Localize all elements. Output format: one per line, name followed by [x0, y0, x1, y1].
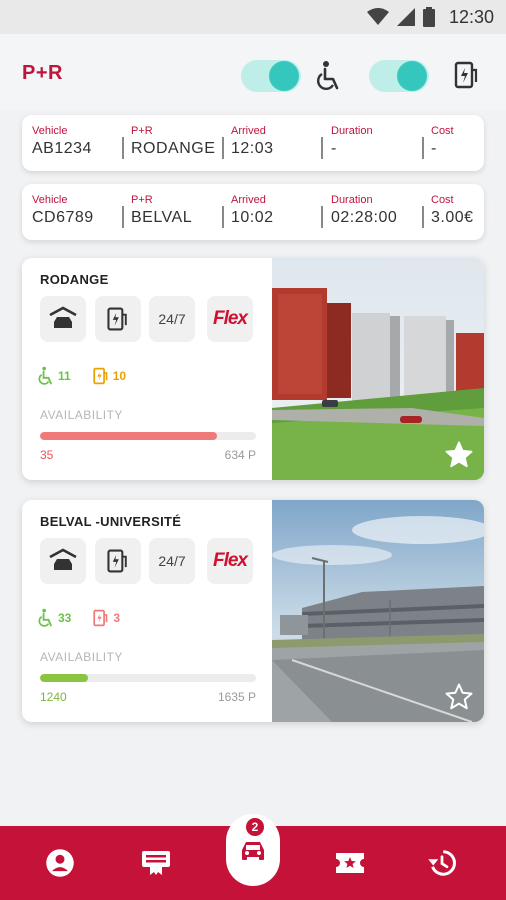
covered-parking-icon	[40, 538, 86, 584]
ticket-icon	[142, 851, 170, 875]
pr-label: P+R	[131, 194, 153, 206]
availability-bar-fill	[40, 432, 218, 440]
availability-bar	[40, 432, 256, 440]
parking-lot-card-belval[interactable]: BELVAL -UNIVERSITÉ 24/7 Flex 33 3 AVAILA…	[22, 500, 484, 722]
accessible-count: 33	[38, 608, 71, 628]
lot-name: BELVAL -UNIVERSITÉ	[40, 514, 182, 529]
signal-icon	[396, 8, 415, 26]
duration-label: Duration	[331, 125, 373, 137]
arrived-value: 12:03	[231, 140, 274, 157]
divider	[422, 206, 424, 228]
nav-favorites[interactable]	[320, 826, 380, 900]
arrived-label: Arrived	[231, 125, 266, 137]
favorites-icon	[336, 853, 364, 873]
pr-value: BELVAL	[131, 209, 193, 226]
ev-charging-icon	[95, 296, 141, 342]
accessible-count: 11	[38, 366, 71, 386]
nav-tickets[interactable]	[126, 826, 186, 900]
nav-profile[interactable]	[30, 826, 90, 900]
notification-badge: 2	[244, 816, 266, 838]
lot-counts: 11 10	[38, 366, 148, 386]
wifi-icon	[366, 8, 389, 25]
divider	[222, 137, 224, 159]
wheelchair-icon	[316, 60, 342, 97]
ev-charger-icon	[93, 609, 108, 627]
ev-charger-icon	[454, 60, 480, 95]
parking-lot-card-rodange[interactable]: RODANGE 24/7 Flex 11 10 AVAILABILITY 35 …	[22, 258, 484, 480]
hours-text: 24/7	[158, 311, 186, 327]
cost-label: Cost	[431, 194, 454, 206]
availability-numbers: 1240 1635 P	[40, 690, 256, 704]
availability-bar-fill	[40, 674, 88, 682]
vehicle-value: CD6789	[32, 209, 94, 226]
brand-logo: P+R	[22, 62, 63, 84]
history-icon	[428, 850, 456, 876]
duration-value: 02:28:00	[331, 209, 398, 226]
availability-bar	[40, 674, 256, 682]
available-spaces: 1240	[40, 690, 67, 704]
cost-label: Cost	[431, 125, 454, 137]
divider	[122, 206, 124, 228]
ev-count-value: 10	[112, 369, 127, 383]
lot-counts: 33 3	[38, 608, 142, 628]
ev-filter-toggle[interactable]	[369, 60, 429, 92]
divider	[321, 206, 323, 228]
profile-icon	[46, 849, 74, 877]
lot-name: RODANGE	[40, 272, 109, 287]
wheelchair-icon	[38, 608, 52, 627]
accessible-count-value: 11	[58, 369, 71, 383]
vehicle-value: AB1234	[32, 140, 92, 157]
toggle-knob	[269, 61, 299, 91]
covered-parking-icon	[40, 296, 86, 342]
accessible-filter-toggle[interactable]	[241, 60, 301, 92]
pr-label: P+R	[131, 125, 153, 137]
ev-count: 10	[93, 366, 126, 386]
available-spaces: 35	[40, 448, 54, 462]
total-spaces: 634 P	[224, 448, 256, 462]
ev-charging-icon	[95, 538, 141, 584]
duration-label: Duration	[331, 194, 373, 206]
divider	[422, 137, 424, 159]
duration-value: -	[331, 140, 337, 157]
accessible-count-value: 33	[58, 611, 72, 625]
total-spaces: 1635 P	[217, 690, 256, 704]
battery-icon	[422, 7, 435, 27]
cost-value: 3.00€	[431, 209, 474, 226]
ev-count-value: 3	[113, 611, 121, 625]
ev-count: 3	[93, 608, 120, 628]
arrived-label: Arrived	[231, 194, 266, 206]
status-bar: 12:30	[0, 0, 506, 34]
arrived-value: 10:02	[231, 209, 274, 226]
hours-badge: 24/7	[149, 538, 195, 584]
flex-logo: Flex	[207, 296, 253, 342]
car-icon	[242, 842, 264, 860]
availability-numbers: 35 634 P	[40, 448, 256, 462]
hours-text: 24/7	[158, 553, 186, 569]
vehicle-label: Vehicle	[32, 194, 68, 206]
wheelchair-icon	[38, 366, 52, 385]
session-card-1[interactable]: Vehicle AB1234 P+R RODANGE Arrived 12:03 Du…	[22, 115, 484, 171]
divider	[122, 137, 124, 159]
session-card-2[interactable]: Vehicle CD6789 P+R BELVAL Arrived 10:02 Dur…	[22, 184, 484, 240]
flex-text: Flex	[212, 550, 248, 571]
availability-label: AVAILABILITY	[40, 408, 123, 422]
pr-value: RODANGE	[131, 140, 216, 157]
divider	[321, 137, 323, 159]
favorite-star-outline-icon[interactable]	[444, 682, 474, 712]
cost-value: -	[431, 140, 437, 157]
hours-badge: 24/7	[149, 296, 195, 342]
vehicle-label: Vehicle	[32, 125, 68, 137]
nav-history[interactable]	[412, 826, 472, 900]
toggle-knob	[397, 61, 427, 91]
favorite-star-icon[interactable]	[444, 440, 474, 470]
flex-logo: Flex	[207, 538, 253, 584]
ev-charger-icon	[93, 367, 108, 385]
status-time: 12:30	[448, 6, 494, 27]
availability-label: AVAILABILITY	[40, 650, 123, 664]
divider	[222, 206, 224, 228]
flex-text: Flex	[212, 308, 248, 329]
app-header: P+R	[0, 34, 506, 110]
